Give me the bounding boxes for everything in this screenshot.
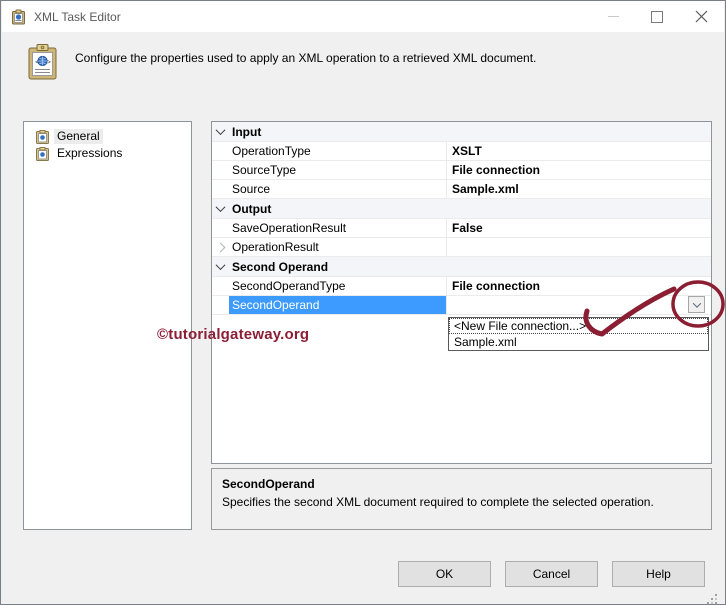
- svg-text:>: >: [47, 60, 51, 66]
- minimize-button[interactable]: [597, 1, 629, 32]
- grid-row-saveoperationresult[interactable]: SaveOperationResult False: [212, 219, 711, 238]
- second-operand-dropdown-list: <New File connection...> Sample.xml: [448, 317, 709, 351]
- dropdown-item-new-file-connection[interactable]: <New File connection...>: [449, 318, 708, 334]
- maximize-button[interactable]: [641, 1, 673, 32]
- tree-item-label: General: [54, 129, 103, 144]
- property-name: OperationType: [229, 142, 447, 160]
- grid-row-secondoperandtype[interactable]: SecondOperandType File connection: [212, 277, 711, 296]
- tree-item-expressions[interactable]: Expressions: [36, 145, 191, 162]
- property-description-title: SecondOperand: [222, 477, 315, 491]
- minimize-icon: [607, 16, 619, 17]
- chevron-right-icon[interactable]: [215, 242, 226, 252]
- cancel-button[interactable]: Cancel: [505, 561, 598, 587]
- page-icon: [36, 146, 49, 161]
- property-value[interactable]: Sample.xml: [447, 180, 711, 198]
- property-value[interactable]: [447, 238, 711, 256]
- xml-task-icon: [12, 9, 25, 24]
- section-label: Output: [232, 201, 272, 216]
- grid-section-output[interactable]: Output: [212, 199, 711, 219]
- ok-button[interactable]: OK: [398, 561, 491, 587]
- task-description-icon: < >: [27, 43, 59, 84]
- close-icon: [695, 10, 707, 23]
- grid-section-second-operand[interactable]: Second Operand: [212, 257, 711, 277]
- tree-item-general[interactable]: General: [36, 128, 191, 145]
- property-name: SecondOperand: [229, 296, 447, 314]
- window-title: XML Task Editor: [34, 9, 121, 24]
- grid-row-source[interactable]: Source Sample.xml: [212, 180, 711, 199]
- section-label: Second Operand: [232, 259, 329, 274]
- property-grid: Input OperationType XSLT SourceType File…: [211, 121, 712, 464]
- chevron-down-icon[interactable]: [215, 202, 226, 213]
- grid-row-operationtype[interactable]: OperationType XSLT: [212, 142, 711, 161]
- svg-text:<: <: [35, 60, 39, 66]
- property-value[interactable]: XSLT: [447, 142, 711, 160]
- close-button[interactable]: [685, 1, 717, 32]
- grid-row-operationresult[interactable]: OperationResult: [212, 238, 711, 257]
- chevron-down-icon[interactable]: [215, 125, 226, 136]
- property-name: SecondOperandType: [229, 277, 447, 295]
- maximize-icon: [651, 10, 663, 23]
- property-value[interactable]: [447, 296, 711, 314]
- property-name: SourceType: [229, 161, 447, 179]
- section-label: Input: [232, 124, 262, 139]
- task-description-text: Configure the properties used to apply a…: [75, 51, 537, 65]
- property-description-text: Specifies the second XML document requir…: [222, 495, 654, 509]
- watermark-text: ©tutorialgateway.org: [157, 326, 310, 343]
- dropdown-item-sample-xml[interactable]: Sample.xml: [449, 334, 708, 350]
- property-name: SaveOperationResult: [229, 219, 447, 237]
- property-name: OperationResult: [229, 238, 447, 256]
- grid-row-sourcetype[interactable]: SourceType File connection: [212, 161, 711, 180]
- chevron-down-icon: [692, 298, 701, 308]
- grid-row-secondoperand[interactable]: SecondOperand: [212, 296, 711, 315]
- resize-grip[interactable]: [715, 594, 717, 596]
- tree-item-label: Expressions: [57, 146, 123, 160]
- property-value[interactable]: False: [447, 219, 711, 237]
- page-icon: [36, 129, 49, 144]
- property-name: Source: [229, 180, 447, 198]
- grid-section-input[interactable]: Input: [212, 122, 711, 142]
- property-value[interactable]: File connection: [447, 277, 711, 295]
- help-button[interactable]: Help: [612, 561, 705, 587]
- property-description-panel: SecondOperand Specifies the second XML d…: [211, 468, 712, 530]
- chevron-down-icon[interactable]: [215, 260, 226, 271]
- xml-task-editor-window: XML Task Editor < > Configure the proper…: [0, 0, 726, 605]
- dropdown-button[interactable]: [688, 296, 705, 313]
- property-value[interactable]: File connection: [447, 161, 711, 179]
